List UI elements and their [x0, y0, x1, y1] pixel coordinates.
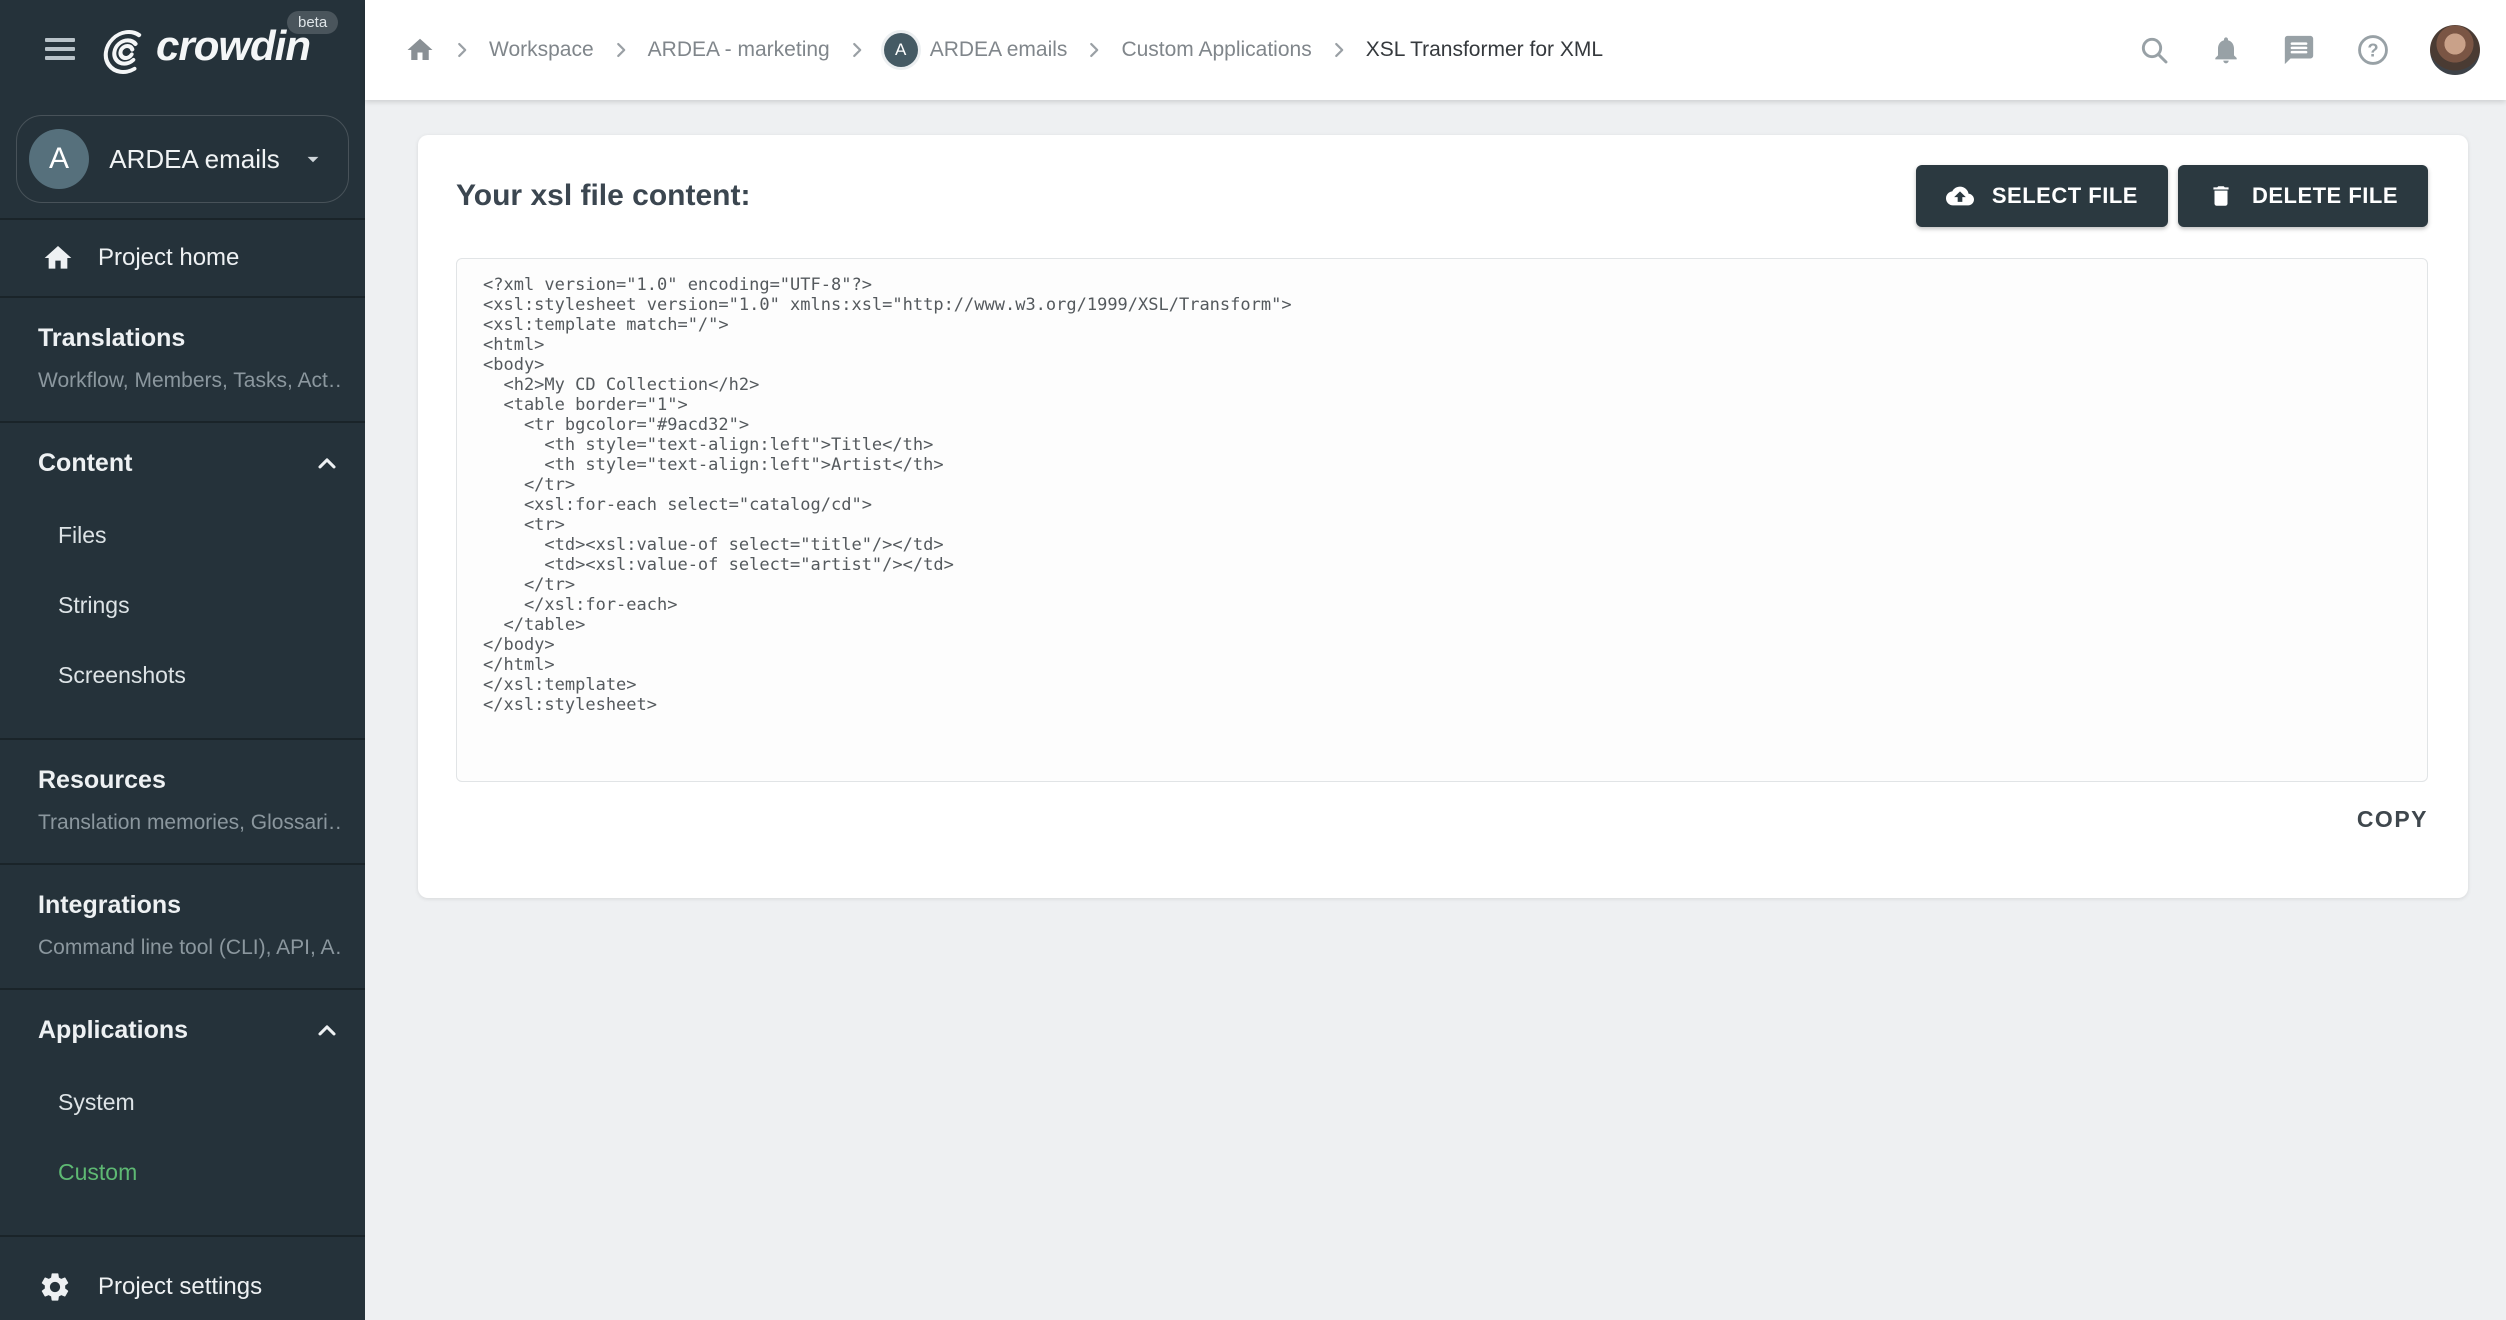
- sidebar-item-files[interactable]: Files: [38, 500, 341, 570]
- breadcrumb-separator-icon: [846, 39, 868, 61]
- home-icon[interactable]: [405, 35, 435, 65]
- crowdin-logo-icon[interactable]: [98, 28, 150, 81]
- chevron-up-icon[interactable]: [313, 450, 341, 478]
- page-content: Your xsl file content: SELECT FILE DELET…: [365, 100, 2506, 1320]
- breadcrumb-item-current-page: XSL Transformer for XML: [1365, 38, 1603, 61]
- project-name: ARDEA emails: [109, 143, 280, 174]
- section-subtitle: Command line tool (CLI), API, A…: [38, 936, 341, 959]
- sidebar-item-strings[interactable]: Strings: [38, 570, 341, 640]
- page-title: Your xsl file content:: [456, 179, 751, 212]
- sidebar-section-applications: Applications System Custom: [0, 990, 365, 1235]
- section-title: Resources: [38, 766, 166, 794]
- messages-icon[interactable]: [2282, 33, 2316, 67]
- search-icon[interactable]: [2138, 34, 2170, 66]
- sidebar-item-project-home[interactable]: Project home: [0, 220, 365, 296]
- project-avatar: A: [29, 129, 89, 189]
- main-column: Workspace ARDEA - marketing A ARDEA emai…: [365, 0, 2506, 1320]
- home-icon: [44, 246, 72, 269]
- sidebar-logo-row: crowdin beta: [0, 0, 365, 100]
- sidebar-section-integrations[interactable]: Integrations Command line tool (CLI), AP…: [0, 865, 365, 988]
- breadcrumb-item-project[interactable]: ARDEA emails: [930, 38, 1068, 62]
- xsl-content-card: Your xsl file content: SELECT FILE DELET…: [418, 135, 2468, 898]
- sidebar-section-content: Content Files Strings Screenshots: [0, 423, 365, 738]
- chevron-down-icon: [307, 156, 319, 163]
- breadcrumb-separator-icon: [451, 39, 473, 61]
- sidebar-section-translations[interactable]: Translations Workflow, Members, Tasks, A…: [0, 298, 365, 421]
- section-title[interactable]: Content: [38, 449, 132, 478]
- chevron-up-icon[interactable]: [313, 1017, 341, 1045]
- xsl-code-content: <?xml version="1.0" encoding="UTF-8"?> <…: [483, 275, 1292, 715]
- user-avatar[interactable]: [2430, 25, 2480, 75]
- sidebar-item-system[interactable]: System: [38, 1067, 341, 1137]
- delete-file-button[interactable]: DELETE FILE: [2177, 165, 2428, 227]
- topbar-actions: ?: [2138, 25, 2480, 75]
- breadcrumb-separator-icon: [1328, 39, 1350, 61]
- select-file-button[interactable]: SELECT FILE: [1915, 165, 2168, 227]
- section-title[interactable]: Applications: [38, 1016, 188, 1045]
- breadcrumb-item-organization[interactable]: ARDEA - marketing: [648, 38, 830, 62]
- delete-file-label: DELETE FILE: [2251, 183, 2398, 208]
- copy-button[interactable]: COPY: [2357, 806, 2428, 833]
- xsl-code-viewer[interactable]: <?xml version="1.0" encoding="UTF-8"?> <…: [456, 258, 2428, 782]
- breadcrumb: Workspace ARDEA - marketing A ARDEA emai…: [405, 33, 2138, 67]
- app-root: crowdin beta A ARDEA emails Project home…: [0, 0, 2506, 1320]
- breadcrumb-item-custom-applications[interactable]: Custom Applications: [1121, 38, 1311, 62]
- sidebar-item-label: Project settings: [98, 1273, 263, 1300]
- menu-icon[interactable]: [45, 38, 75, 64]
- gear-icon: [41, 1273, 69, 1301]
- section-subtitle: Translation memories, Glossari…: [38, 811, 341, 834]
- crowdin-wordmark[interactable]: crowdin: [156, 22, 311, 70]
- section-title: Translations: [38, 324, 186, 352]
- sidebar-item-custom[interactable]: Custom: [38, 1137, 341, 1207]
- sidebar-section-resources[interactable]: Resources Translation memories, Glossari…: [0, 740, 365, 863]
- breadcrumb-item-workspace[interactable]: Workspace: [489, 38, 594, 62]
- breadcrumb-separator-icon: [1083, 39, 1105, 61]
- sidebar-item-label: Project home: [98, 244, 240, 271]
- select-file-label: SELECT FILE: [1991, 183, 2138, 208]
- top-bar: Workspace ARDEA - marketing A ARDEA emai…: [365, 0, 2506, 100]
- trash-icon: [2213, 186, 2229, 206]
- file-actions: SELECT FILE DELETE FILE: [1915, 165, 2428, 227]
- sidebar: crowdin beta A ARDEA emails Project home…: [0, 0, 365, 1320]
- notifications-bell-icon[interactable]: [2210, 34, 2242, 66]
- breadcrumb-separator-icon: [610, 39, 632, 61]
- beta-badge: beta: [287, 11, 339, 34]
- sidebar-footer: Project settings: [0, 1235, 365, 1320]
- section-title: Integrations: [38, 891, 182, 919]
- sidebar-item-project-settings[interactable]: Project settings: [0, 1237, 365, 1320]
- sidebar-item-screenshots[interactable]: Screenshots: [38, 640, 341, 710]
- section-subtitle: Workflow, Members, Tasks, Act…: [38, 369, 341, 392]
- project-selector[interactable]: A ARDEA emails: [16, 115, 349, 203]
- help-icon[interactable]: ?: [2356, 33, 2390, 67]
- breadcrumb-project-avatar: A: [883, 33, 918, 67]
- svg-text:?: ?: [2367, 39, 2378, 60]
- cloud-upload-icon: [1945, 186, 1974, 206]
